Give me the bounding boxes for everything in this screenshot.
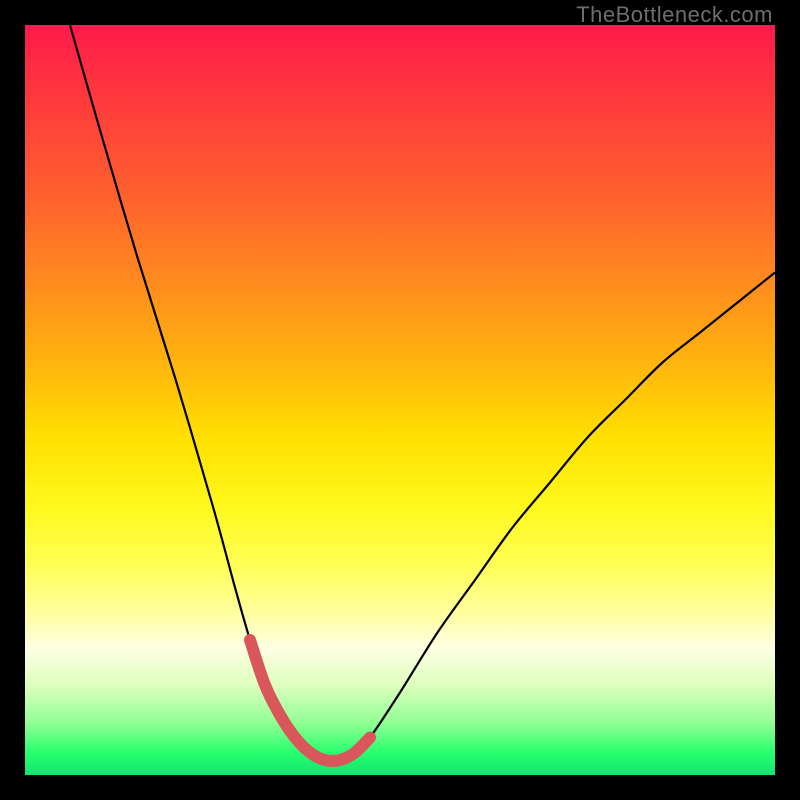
- curve-layer: [25, 25, 775, 775]
- curve-trough-highlight: [250, 640, 370, 761]
- chart-frame: TheBottleneck.com: [0, 0, 800, 800]
- bottleneck-curve: [70, 25, 775, 761]
- watermark-text: TheBottleneck.com: [576, 2, 773, 28]
